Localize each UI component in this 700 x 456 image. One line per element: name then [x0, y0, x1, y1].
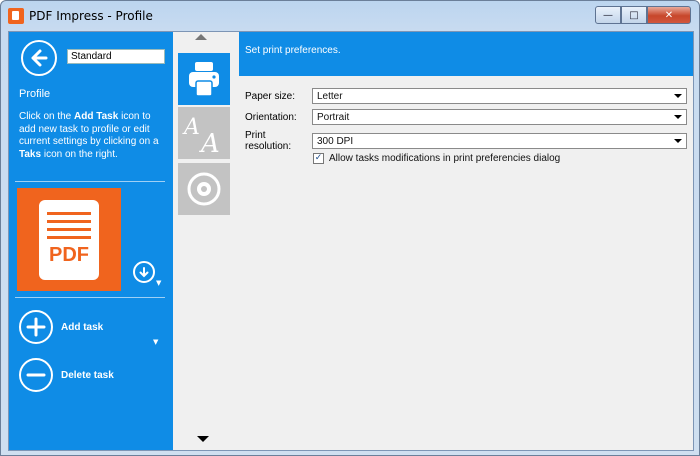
- svg-text:A: A: [182, 115, 200, 140]
- orientation-value: Portrait: [317, 111, 350, 123]
- title-bar: PDF Impress - Profile — □ ✕: [1, 1, 699, 31]
- profile-name-input[interactable]: Standard: [67, 49, 165, 64]
- scroll-down-arrow-icon[interactable]: [197, 436, 209, 442]
- pdf-label: PDF: [49, 244, 89, 266]
- arrow-down-icon: [139, 267, 149, 278]
- delete-task-action[interactable]: Delete task: [19, 358, 114, 392]
- disc-icon: [187, 172, 221, 206]
- download-button[interactable]: [133, 261, 155, 283]
- print-task-tile[interactable]: [178, 53, 230, 105]
- disc-task-tile[interactable]: [178, 163, 230, 215]
- print-resolution-label: Print resolution:: [245, 130, 292, 152]
- banner-text: Set print preferences.: [245, 45, 341, 56]
- print-preferences-panel: Set print preferences. Paper size: Lette…: [239, 32, 693, 450]
- pdf-doc-line: [47, 236, 91, 239]
- window-controls: — □ ✕: [595, 6, 691, 24]
- help-text-part: icon on the right.: [41, 148, 118, 160]
- add-task-label: Add task: [61, 321, 104, 333]
- delete-task-label: Delete task: [61, 369, 114, 381]
- app-window: PDF Impress - Profile — □ ✕ Standard Pro…: [0, 0, 700, 456]
- allow-tasks-row: ✓ Allow tasks modifications in print pre…: [313, 153, 560, 164]
- section-banner: Set print preferences.: [239, 32, 693, 76]
- orientation-label: Orientation:: [245, 111, 297, 123]
- help-text-bold-tasks: Taks: [19, 148, 42, 160]
- sidebar-divider: [15, 181, 165, 182]
- minimize-button[interactable]: —: [595, 6, 621, 24]
- paper-size-select[interactable]: Letter: [312, 88, 687, 104]
- sidebar-divider: [15, 297, 165, 298]
- profile-help-text: Click on the Add Task icon to add new ta…: [19, 111, 167, 161]
- pdf-doc-line: [47, 220, 91, 223]
- pdf-impress-app-icon: [8, 8, 24, 24]
- dropdown-arrow-icon: [674, 94, 682, 98]
- close-button[interactable]: ✕: [647, 6, 691, 24]
- print-resolution-value: 300 DPI: [317, 135, 354, 147]
- paper-size-label: Paper size:: [245, 90, 296, 102]
- help-text-bold-add-task: Add Task: [74, 111, 119, 122]
- font-letters-icon: A A: [182, 115, 220, 156]
- dropdown-arrow-icon: [674, 139, 682, 143]
- print-resolution-row: Print resolution: 300 DPI: [245, 130, 687, 152]
- pdf-doc-line: [47, 212, 91, 215]
- profile-heading: Profile: [19, 88, 51, 100]
- back-button[interactable]: [21, 40, 57, 76]
- paper-size-row: Paper size: Letter: [245, 88, 687, 104]
- print-resolution-select[interactable]: 300 DPI: [312, 133, 687, 149]
- client-area: Standard Profile Click on the Add Task i…: [8, 31, 694, 451]
- pdf-document-icon: PDF: [39, 200, 99, 280]
- window-title: PDF Impress - Profile: [29, 9, 153, 23]
- pdf-doc-line: [47, 228, 91, 231]
- caret-down-icon[interactable]: ▼: [156, 279, 161, 287]
- arrow-left-icon: [31, 49, 48, 67]
- plus-circle-icon: [19, 310, 53, 344]
- paper-size-value: Letter: [317, 90, 343, 102]
- fonts-task-tile[interactable]: A A: [178, 107, 230, 159]
- pdf-output-tile[interactable]: PDF: [17, 188, 121, 291]
- caret-down-icon[interactable]: ▼: [153, 338, 158, 346]
- allow-tasks-checkbox[interactable]: ✓: [313, 153, 324, 164]
- svg-text:A: A: [199, 129, 220, 156]
- profile-sidebar: Standard Profile Click on the Add Task i…: [9, 32, 173, 450]
- orientation-select[interactable]: Portrait: [312, 109, 687, 125]
- maximize-button[interactable]: □: [621, 6, 647, 24]
- help-text-part: Click on the: [19, 111, 75, 122]
- printer-icon: [189, 62, 219, 97]
- task-icon-strip: A A: [173, 32, 239, 450]
- dropdown-arrow-icon: [674, 115, 682, 119]
- scroll-up-arrow-icon[interactable]: [195, 34, 207, 40]
- allow-tasks-label[interactable]: Allow tasks modifications in print prefe…: [329, 153, 560, 164]
- minus-circle-icon: [19, 358, 53, 392]
- orientation-row: Orientation: Portrait: [245, 109, 687, 125]
- add-task-action[interactable]: Add task: [19, 310, 103, 344]
